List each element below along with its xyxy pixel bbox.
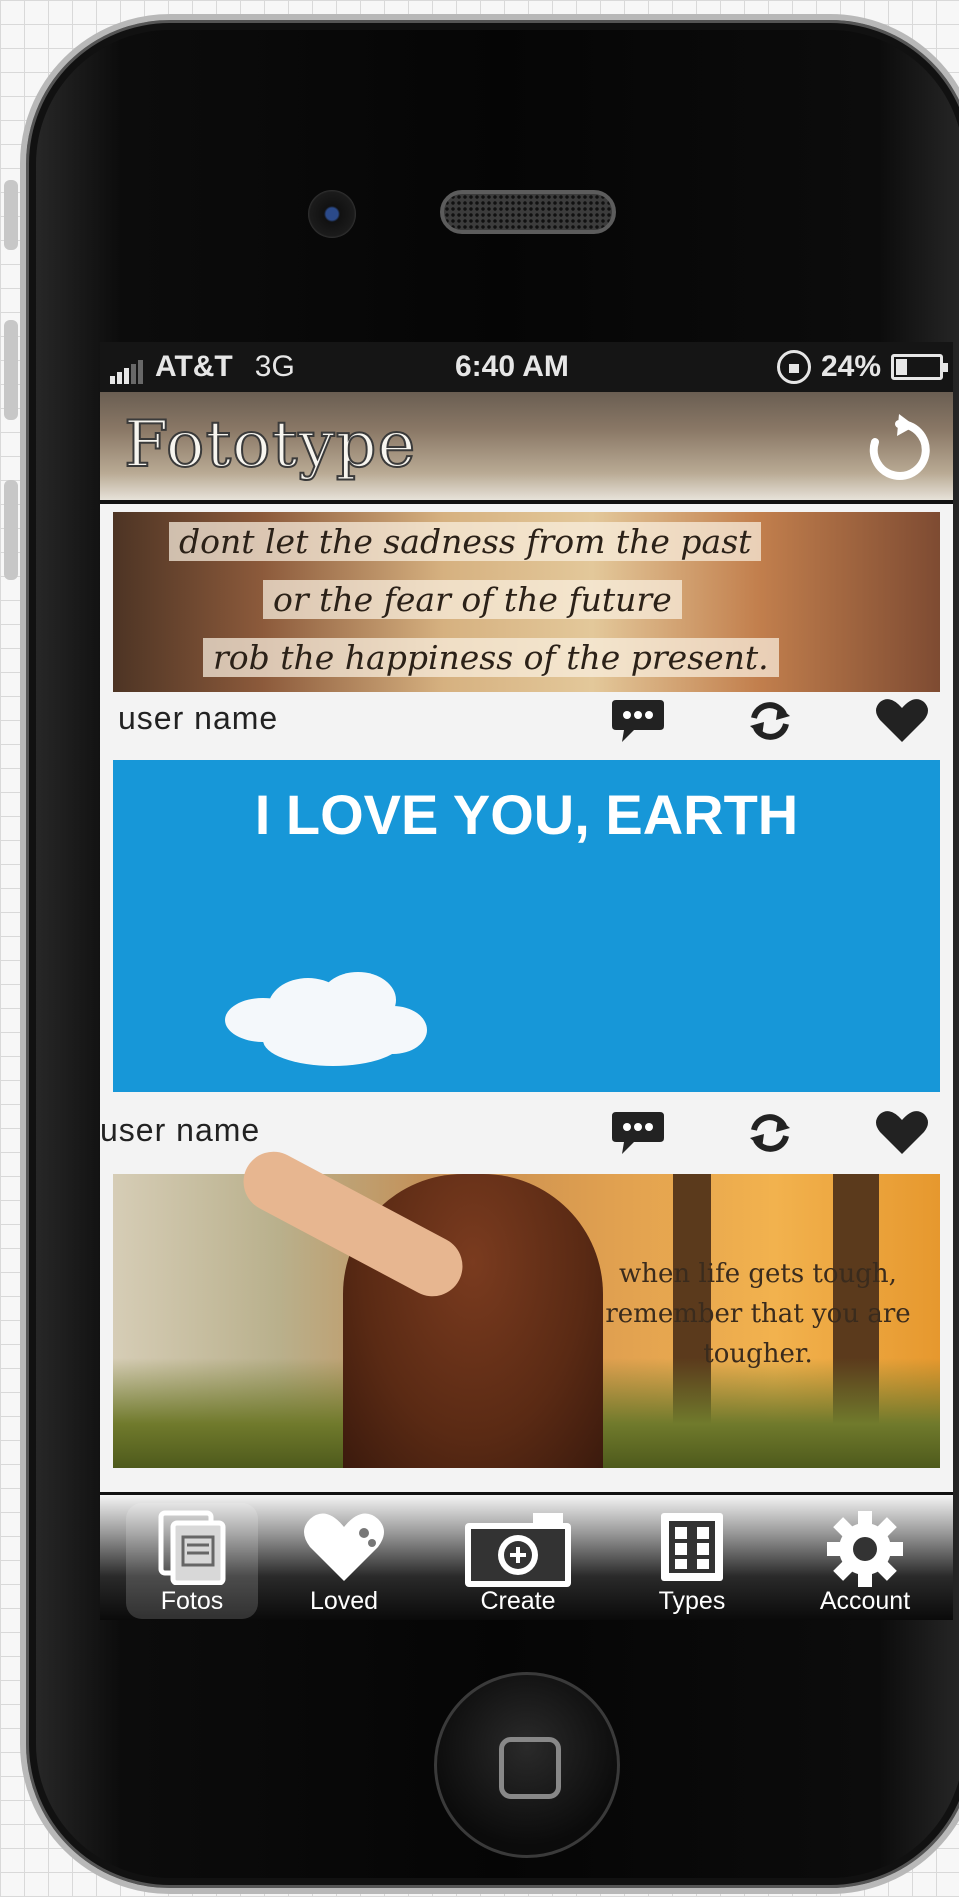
phone-frame: AT&T 3G 6:40 AM 24% Fototype dont let th… [4,14,959,1894]
app-screen: AT&T 3G 6:40 AM 24% Fototype dont let th… [100,342,953,1620]
post-1-meta: user name [100,692,953,748]
post-2-comment-button[interactable] [610,1108,666,1158]
tab-loved-label: Loved [309,1587,379,1615]
post-1-repost-button[interactable] [742,696,798,746]
photo-feed[interactable]: dont let the sadness from the past or th… [100,512,953,1492]
tab-bar: Fotos Loved Create Types Account [100,1492,953,1620]
post-image-3[interactable]: when life gets tough, remember that you … [113,1141,940,1468]
post-2-love-button[interactable] [874,1108,930,1158]
tab-account[interactable]: Account [790,1503,940,1619]
volume-up-button [4,320,18,420]
carrier-name: AT&T [155,350,233,383]
post-2-username[interactable]: user name [100,1112,260,1149]
heart-icon [876,1111,928,1154]
rotation-lock-icon [776,350,811,384]
refresh-button[interactable] [863,414,935,486]
photos-icon [158,1510,226,1585]
signal-icon [110,360,143,384]
mute-switch [4,180,18,250]
post-1-quote-line-2: or the fear of the future [263,580,682,619]
tab-loved[interactable]: Loved [278,1503,410,1619]
carrier-info: AT&T 3G [110,350,295,384]
post-3-quote: when life gets tough, remember that you … [605,1259,911,1369]
refresh-icon [869,414,930,480]
repost-icon [750,702,790,740]
battery-percent: 24% [820,350,881,383]
front-camera [308,190,356,238]
grid-icon [661,1513,723,1581]
comment-icon [612,1112,664,1154]
tab-fotos[interactable]: Fotos [126,1503,258,1619]
earpiece-speaker [440,190,616,234]
battery-icon [891,354,948,380]
post-1-comment-button[interactable] [610,696,666,746]
post-2-headline: I LOVE YOU, EARTH [254,783,799,846]
post-image-1[interactable]: dont let the sadness from the past or th… [113,512,940,692]
tab-account-label: Account [819,1587,911,1615]
cloud-graphic [225,972,427,1066]
camera-icon [465,1513,571,1587]
comment-icon [612,700,664,742]
post-2-meta: user name [100,1104,953,1160]
network-type: 3G [254,350,295,383]
home-button[interactable] [434,1672,620,1858]
post-1-love-button[interactable] [874,696,930,746]
tab-types-label: Types [658,1587,726,1615]
post-1-quote-line-1: dont let the sadness from the past [169,522,762,561]
tab-create-label: Create [480,1587,556,1615]
status-right: 24% [776,350,948,384]
gear-icon [827,1511,903,1587]
clock: 6:40 AM [455,350,569,383]
repost-icon [750,1114,790,1152]
tab-create[interactable]: Create [452,1503,584,1619]
home-square-icon [499,1737,561,1799]
tab-types[interactable]: Types [626,1503,758,1619]
status-bar: AT&T 3G 6:40 AM 24% [100,342,953,392]
post-image-2[interactable]: I LOVE YOU, EARTH [113,760,940,1092]
navigation-bar: Fototype [100,392,953,504]
volume-down-button [4,480,18,580]
post-1-username[interactable]: user name [118,700,278,737]
post-2-repost-button[interactable] [742,1108,798,1158]
tab-fotos-label: Fotos [160,1587,224,1615]
heart-icon [876,699,928,742]
heart-icon [304,1513,384,1581]
app-title: Fototype [123,407,417,483]
post-1-quote-line-3: rob the happiness of the present. [203,638,779,677]
